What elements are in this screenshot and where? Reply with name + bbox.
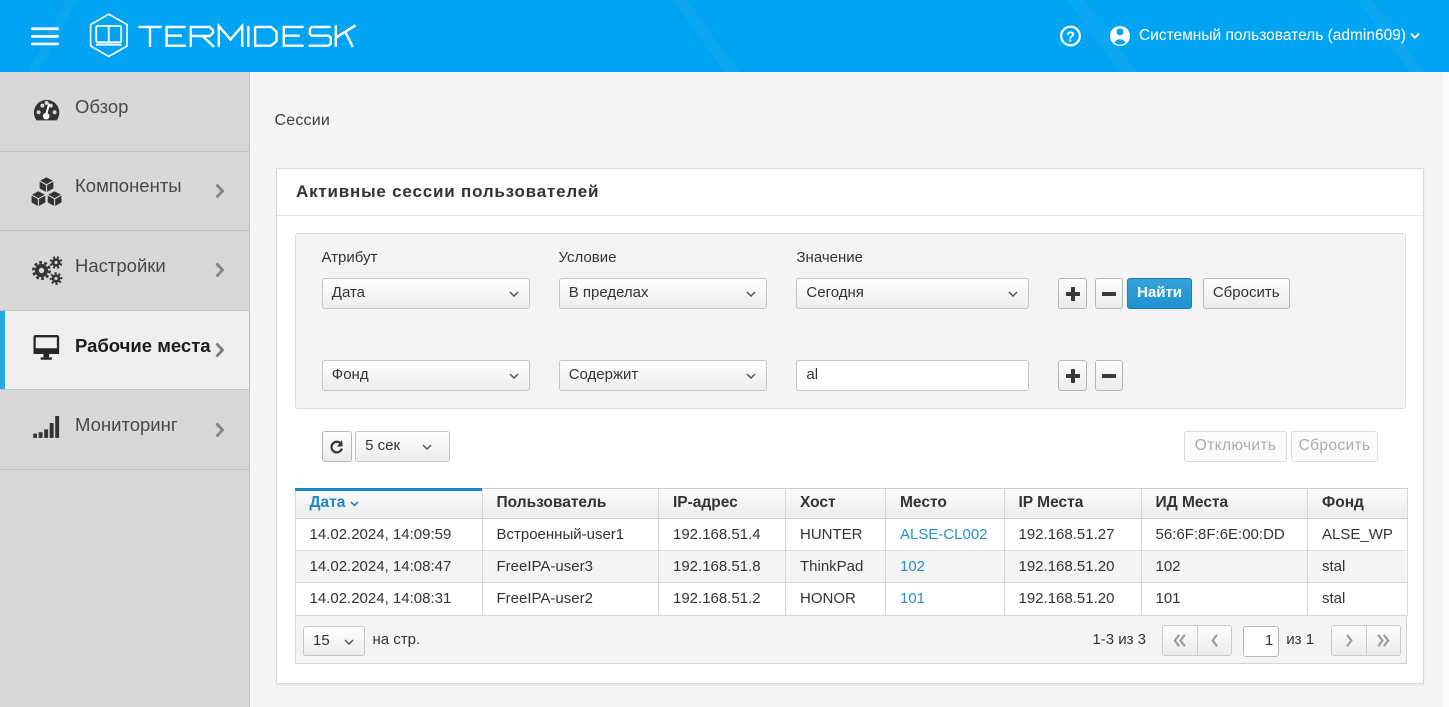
svg-text:?: ? <box>1066 29 1075 45</box>
